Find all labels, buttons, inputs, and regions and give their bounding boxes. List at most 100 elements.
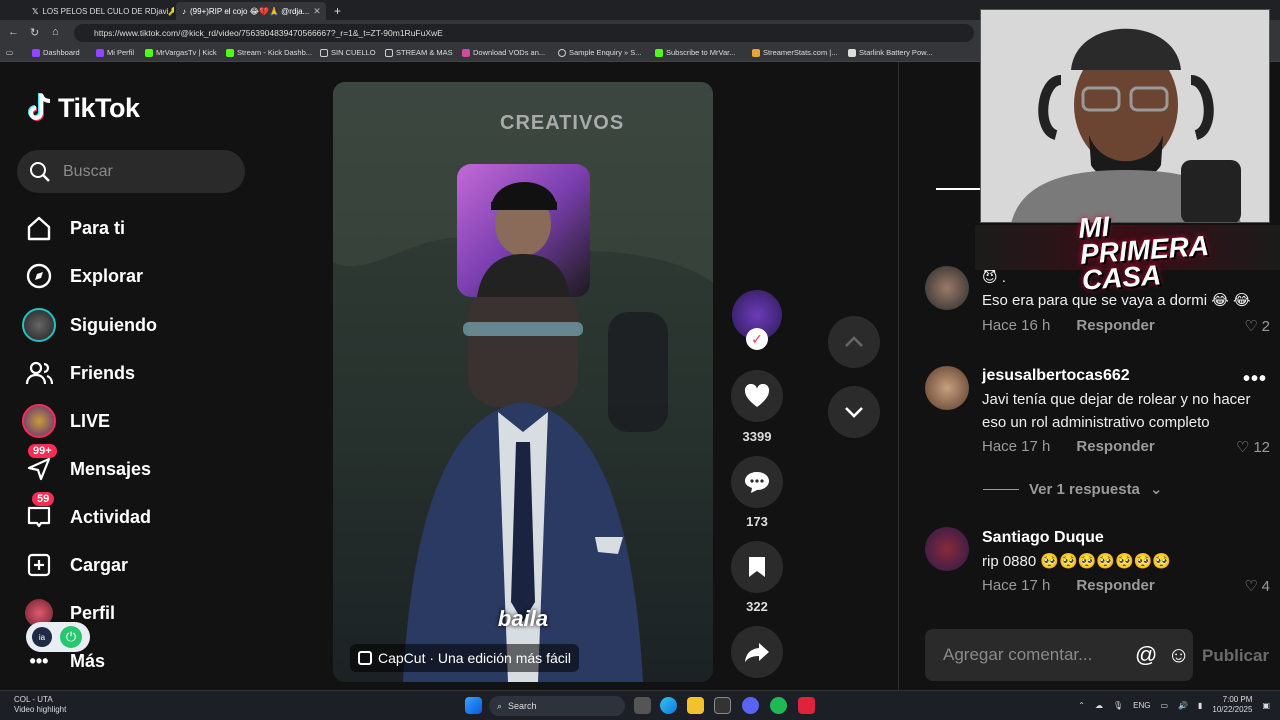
capcut-banner[interactable]: CapCut · Una edición más fácil [350,644,579,672]
commenter-avatar[interactable] [925,527,969,571]
commenter-avatar[interactable] [925,366,969,410]
reply-button[interactable]: Responder [1076,438,1154,455]
save-count: 322 [746,599,768,614]
comment-time: Hace 17 h [982,438,1051,455]
nav-upload[interactable]: Cargar [22,547,128,583]
obs-app-icon[interactable] [798,697,815,714]
comment-username[interactable]: Santiago Duque [982,529,1104,547]
comment-input[interactable]: Agregar comentar... @ ☺ [925,629,1193,681]
comment-like[interactable]: ♡ 4 [1244,577,1270,596]
nav-following[interactable]: Siguiendo [22,307,157,343]
search-placeholder: Buscar [63,162,113,180]
browser-tab[interactable]: 𝕏 LOS PELOS DEL CULO DE RDjavi🔑 ✕ [26,2,174,20]
comment-like[interactable]: ♡ 12 [1235,438,1270,457]
nav-for-you[interactable]: Para ti [22,210,125,246]
weather-widget[interactable]: COL - UTA Video highlight [14,695,66,715]
onedrive-icon[interactable]: ☁ [1095,701,1103,710]
nav-live[interactable]: LIVE [22,403,110,439]
assistant-toggle[interactable]: ia ⏻ [26,622,90,652]
bookmark-item[interactable]: Mi Perfil [96,48,134,57]
share-arrow-icon [745,643,769,662]
nav-label: Mensajes [70,458,152,479]
windows-start-icon[interactable] [465,697,482,714]
inbox-icon: 59 [22,492,56,534]
nav-explore[interactable]: Explorar [22,258,143,294]
share-button[interactable] [731,626,783,678]
publish-button[interactable]: Publicar [1202,646,1269,666]
battery-icon[interactable]: ▮ [1198,701,1202,710]
clock[interactable]: 7:00 PM 10/22/2025 [1212,695,1252,715]
file-explorer-icon[interactable] [687,697,704,714]
bookmark-folder[interactable]: STREAM & MAS [385,48,453,57]
previous-video-button[interactable] [828,316,880,368]
bookmark-item[interactable]: Subscribe to MrVar... [655,48,735,57]
bookmark-item[interactable]: Dashboard [32,48,80,57]
mention-icon[interactable]: @ [1135,642,1157,668]
tab-title: (99+)RIP el cojo 😂💔🙏 @rdja... [190,6,310,16]
edge-icon[interactable] [660,697,677,714]
commenter-avatar[interactable] [925,266,969,310]
task-view-icon[interactable] [634,697,651,714]
new-tab-button[interactable]: + [328,2,344,20]
heart-outline-icon: ♡ [1235,439,1250,456]
view-replies-button[interactable]: Ver 1 respuesta ⌄ [983,480,1162,498]
comment-button[interactable] [731,456,783,508]
taskbar-search[interactable]: ⌕ Search [489,696,625,716]
close-tab-icon[interactable]: ✕ [313,6,321,17]
nav-label: Cargar [70,554,129,575]
activity-badge: 59 [32,492,55,506]
bookmark-item[interactable]: Stream - Kick Dashb... [226,48,312,57]
tab-title: LOS PELOS DEL CULO DE RDjavi🔑 [42,6,174,16]
nav-friends[interactable]: Friends [22,355,135,391]
bookmark-folder[interactable]: SIN CUELLO [320,48,376,57]
discord-icon[interactable] [742,697,759,714]
bookmark-item[interactable]: StreamerStats.com |... [752,48,837,57]
heart-icon [744,384,770,407]
person-inset [477,182,570,297]
chevron-up-icon[interactable]: ⌃ [1078,701,1085,710]
bookmarks-icon[interactable]: ▭ [6,48,13,57]
webcam-overlay [980,9,1270,223]
next-video-button[interactable] [828,386,880,438]
nav-label: Siguiendo [70,314,157,335]
volume-icon[interactable]: 🔊 [1178,701,1188,710]
app-icon[interactable] [714,697,731,714]
spotify-icon[interactable] [770,697,787,714]
comment-bubble-icon [745,472,769,493]
x-logo-icon: 𝕏 [32,6,39,16]
url-field[interactable]: https://www.tiktok.com/@kick_rd/video/75… [74,24,974,42]
network-icon[interactable]: ▭ [1160,701,1168,710]
save-button[interactable] [731,541,783,593]
emoji-icon[interactable]: ☺ [1167,642,1189,668]
heart-outline-icon: ♡ [1244,578,1258,595]
like-count: 3399 [742,429,772,444]
comment-options-icon[interactable]: ••• [1243,368,1267,391]
search-input[interactable]: Buscar [17,150,245,193]
browser-tab-active[interactable]: ♪ (99+)RIP el cojo 😂💔🙏 @rdja... ✕ [176,2,326,20]
bookmark-item[interactable]: Download VODs an... [462,48,545,57]
notifications-icon[interactable]: ▣ [1262,701,1270,710]
live-avatar-icon [22,404,56,438]
bookmark-item[interactable]: Sample Enquiry » S... [558,48,642,57]
taskbar-search-label: Search [508,701,537,711]
home-icon[interactable]: ⌂ [52,26,59,38]
comment-text: rip 0880 🥺🥺🥺🥺🥺🥺🥺 [982,553,1172,570]
ia-icon: ia [32,627,52,647]
nav-messages[interactable]: 99+ Mensajes [22,444,152,487]
bookmark-item[interactable]: MrVargasTv | Kick [145,48,217,57]
bookmark-item[interactable]: Starlink Battery Pow... [848,48,932,57]
nav-activity[interactable]: 59 Actividad [22,492,151,535]
comment-text: Javi tenía que dejar de rolear y no hace… [982,391,1251,431]
followed-check-icon[interactable]: ✓ [746,328,768,350]
tiktok-logo[interactable]: TikTok [26,92,140,124]
language-indicator[interactable]: ENG [1133,701,1150,710]
comment-like[interactable]: ♡ 2 [1244,317,1270,336]
reload-icon[interactable]: ↻ [30,26,39,39]
reply-button[interactable]: Responder [1076,317,1154,334]
comment-username[interactable]: jesusalbertocas662 [982,367,1130,385]
like-button[interactable] [731,370,783,422]
reply-button[interactable]: Responder [1076,577,1154,594]
back-icon[interactable]: ← [8,26,19,38]
clock-date: 10/22/2025 [1212,705,1253,714]
microphone-icon[interactable]: 🎙 [1113,701,1123,710]
